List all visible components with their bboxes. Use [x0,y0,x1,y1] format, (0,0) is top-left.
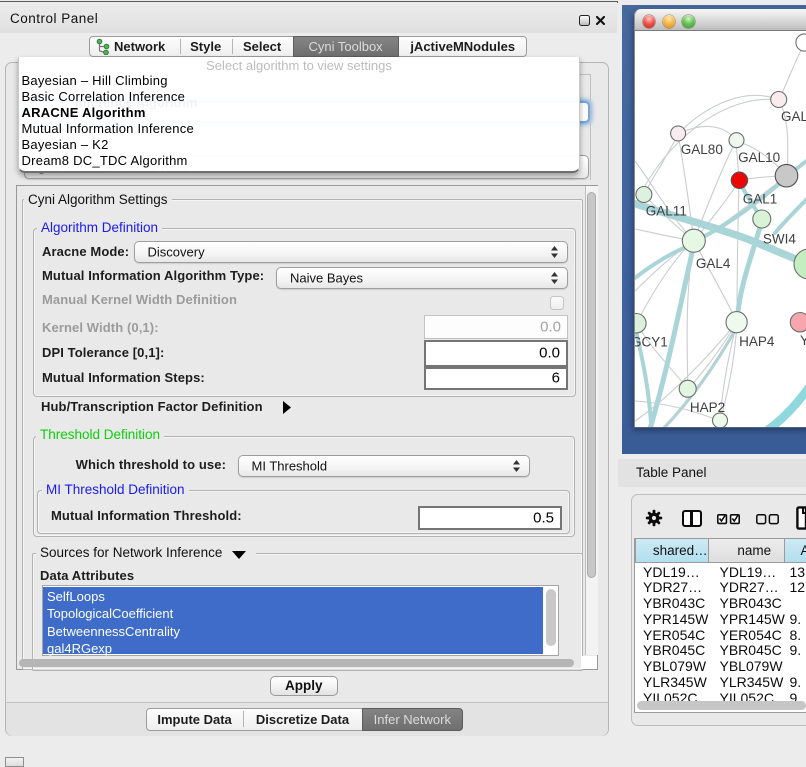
svg-text:SWI4: SWI4 [763,232,796,247]
svg-text:GCY1: GCY1 [634,334,668,349]
svg-text:Y: Y [800,333,806,348]
svg-text:GAL8: GAL8 [781,109,806,124]
svg-text:GAL4: GAL4 [696,256,731,271]
svg-text:HAP2: HAP2 [690,400,725,415]
svg-text:HAP4: HAP4 [739,334,775,349]
svg-text:GAL10: GAL10 [738,150,780,165]
svg-text:GAL11: GAL11 [646,204,687,219]
svg-text:GAL80: GAL80 [681,142,723,157]
svg-text:GAL1: GAL1 [743,192,778,207]
